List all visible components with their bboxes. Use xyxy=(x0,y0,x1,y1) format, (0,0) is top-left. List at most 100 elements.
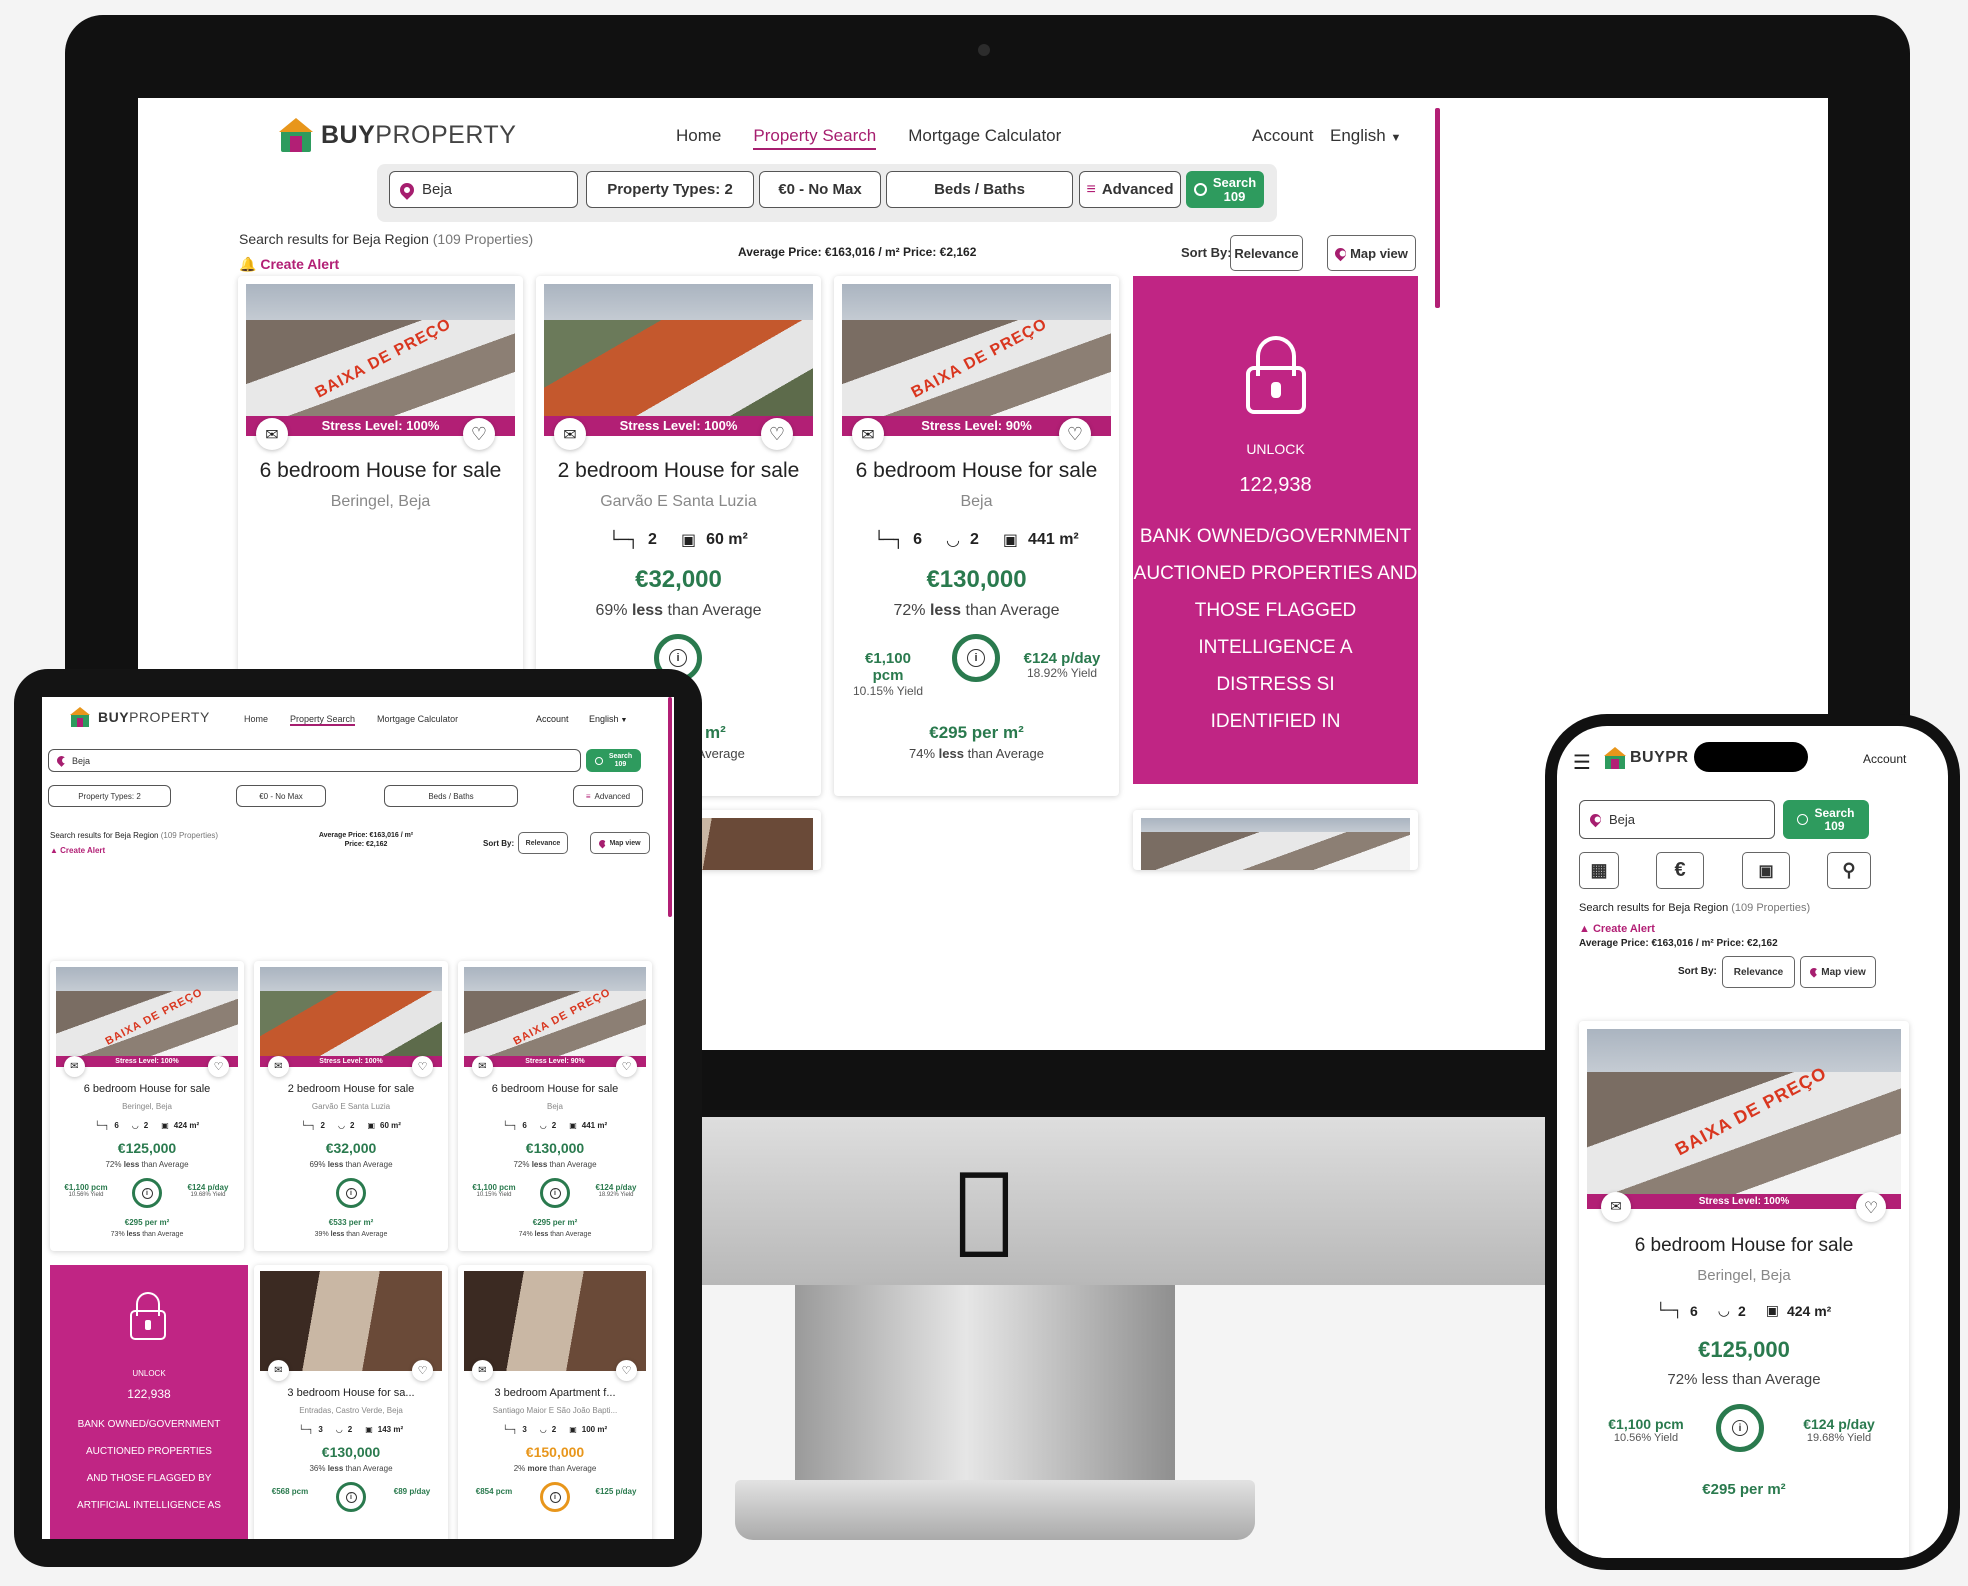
language-selector[interactable]: English ▼ xyxy=(1330,126,1401,146)
location-input[interactable]: Beja xyxy=(389,171,578,208)
listing-photo[interactable] xyxy=(464,1271,646,1371)
page-scrollbar[interactable] xyxy=(1435,108,1440,308)
heart-icon[interactable]: ♡ xyxy=(1856,1192,1886,1222)
language-selector[interactable]: English ▼ xyxy=(589,714,627,724)
bed-filter-icon[interactable]: ▣ xyxy=(1742,852,1790,889)
page-scrollbar[interactable] xyxy=(668,697,672,917)
heart-icon[interactable]: ♡ xyxy=(616,1056,637,1077)
sort-select[interactable]: Relevance xyxy=(1722,956,1795,988)
listing-card[interactable]: BAIXA DE PREÇO Stress Level: 90% ✉ ♡ 6 b… xyxy=(834,276,1119,796)
listing-title[interactable]: 6 bedroom House for sale xyxy=(50,1083,244,1095)
info-icon[interactable]: i xyxy=(669,649,687,667)
create-alert-link[interactable]: ▲ Create Alert xyxy=(1579,923,1655,935)
euro-icon[interactable]: € xyxy=(1656,852,1704,889)
listing-photo[interactable]: BAIXA DE PREÇO Stress Level: 100% xyxy=(246,284,515,436)
location-input[interactable]: Beja xyxy=(48,749,581,772)
map-view-button[interactable]: Map view xyxy=(1800,956,1876,988)
listing-photo[interactable]: BAIXA DE PREÇO Stress Level: 90% xyxy=(842,284,1111,436)
nav-account[interactable]: Account xyxy=(1863,752,1906,766)
property-types-filter[interactable]: Property Types: 2 xyxy=(586,171,754,208)
price-filter[interactable]: €0 - No Max xyxy=(236,785,326,807)
mail-icon[interactable]: ✉ xyxy=(472,1056,493,1077)
info-icon[interactable]: i xyxy=(549,1491,561,1503)
property-types-filter[interactable]: Property Types: 2 xyxy=(48,785,171,807)
mail-icon[interactable]: ✉ xyxy=(268,1360,289,1381)
info-icon[interactable]: i xyxy=(345,1491,357,1503)
listing-card[interactable]: ✉ ♡ 3 bedroom House for sa... Entradas, … xyxy=(254,1265,448,1539)
listing-card[interactable]: Stress Level: 100% ✉ ♡ 2 bedroom House f… xyxy=(254,961,448,1251)
listing-title[interactable]: 3 bedroom House for sa... xyxy=(254,1387,448,1399)
listing-photo[interactable]: BAIXA DE PREÇO Stress Level: 100% xyxy=(1587,1029,1901,1209)
listing-photo[interactable]: BAIXA DE PREÇO Stress Level: 90% xyxy=(464,967,646,1067)
mail-icon[interactable]: ✉ xyxy=(472,1360,493,1381)
unlock-promo-card[interactable]: UNLOCK 122,938 BANK OWNED/GOVERNMENT AUC… xyxy=(50,1265,248,1539)
mail-icon[interactable]: ✉ xyxy=(268,1056,289,1077)
search-button[interactable]: Search 109 xyxy=(1186,171,1264,208)
listing-title[interactable]: 2 bedroom House for sale xyxy=(254,1083,448,1095)
heart-icon[interactable]: ♡ xyxy=(412,1360,433,1381)
rent-yield: 10.15% Yield xyxy=(476,1192,512,1199)
info-icon[interactable]: i xyxy=(967,649,985,667)
beds-baths-filter[interactable]: Beds / Baths xyxy=(384,785,518,807)
create-alert-link[interactable]: ▲ Create Alert xyxy=(50,846,105,855)
listing-card[interactable]: BAIXA DE PREÇO Stress Level: 100% ✉ ♡ 6 b… xyxy=(50,961,244,1251)
advanced-filter-button[interactable]: ≡ Advanced xyxy=(1079,171,1181,208)
magnify-filter-icon[interactable]: ⚲ xyxy=(1827,852,1871,889)
listing-title[interactable]: 6 bedroom House for sale xyxy=(1579,1235,1909,1257)
heart-icon[interactable]: ♡ xyxy=(463,418,495,450)
brand-logo[interactable]: BUYPROPERTY xyxy=(70,707,210,727)
sort-select[interactable]: Relevance xyxy=(1230,235,1303,271)
unlock-promo-card[interactable]: UNLOCK 122,938 BANK OWNED/GOVERNMENT AUC… xyxy=(1133,276,1418,784)
info-icon[interactable]: i xyxy=(549,1187,561,1199)
create-alert-link[interactable]: 🔔 Create Alert xyxy=(239,256,339,273)
listing-photo[interactable] xyxy=(260,1271,442,1371)
listing-card[interactable]: BAIXA DE PREÇO Stress Level: 90% ✉ ♡ 6 be… xyxy=(458,961,652,1251)
brand-logo[interactable]: BUYPR xyxy=(1604,747,1689,769)
nav-property-search[interactable]: Property Search xyxy=(753,126,877,150)
listing-title[interactable]: 6 bedroom House for sale xyxy=(458,1083,652,1095)
listing-title[interactable]: 3 bedroom Apartment f... xyxy=(458,1387,652,1399)
info-icon[interactable]: i xyxy=(345,1187,357,1199)
nav-property-search[interactable]: Property Search xyxy=(290,714,356,726)
location-input[interactable]: Beja xyxy=(1579,800,1775,839)
nav-mortgage-calculator[interactable]: Mortgage Calculator xyxy=(377,714,458,726)
sort-select[interactable]: Relevance xyxy=(518,832,568,854)
mail-icon[interactable]: ✉ xyxy=(64,1056,85,1077)
info-icon[interactable]: i xyxy=(141,1187,153,1199)
nav-account[interactable]: Account xyxy=(536,714,569,724)
brand-logo[interactable]: BUYPROPERTY xyxy=(279,118,516,152)
mail-icon[interactable]: ✉ xyxy=(852,418,884,450)
search-button[interactable]: Search 109 xyxy=(586,749,641,772)
nav-mortgage-calculator[interactable]: Mortgage Calculator xyxy=(908,126,1061,150)
heart-icon[interactable]: ♡ xyxy=(761,418,793,450)
heart-icon[interactable]: ♡ xyxy=(1059,418,1091,450)
nav-home[interactable]: Home xyxy=(676,126,721,150)
beds-baths-filter[interactable]: Beds / Baths xyxy=(886,171,1073,208)
nav-home[interactable]: Home xyxy=(244,714,268,726)
heart-icon[interactable]: ♡ xyxy=(616,1360,637,1381)
listing-card[interactable] xyxy=(1133,810,1418,870)
listing-photo[interactable] xyxy=(1141,818,1410,870)
listing-photo[interactable]: BAIXA DE PREÇO Stress Level: 100% xyxy=(56,967,238,1067)
listing-card[interactable]: BAIXA DE PREÇO Stress Level: 100% ✉ ♡ 6 … xyxy=(1579,1021,1909,1558)
hamburger-menu-icon[interactable]: ☰ xyxy=(1573,750,1591,774)
info-icon[interactable]: i xyxy=(1732,1420,1748,1436)
listing-photo[interactable]: Stress Level: 100% xyxy=(260,967,442,1067)
listing-title[interactable]: 6 bedroom House for sale xyxy=(238,459,523,483)
heart-icon[interactable]: ♡ xyxy=(208,1056,229,1077)
building-icon[interactable]: ▦ xyxy=(1579,852,1619,889)
listing-title[interactable]: 2 bedroom House for sale xyxy=(536,459,821,483)
heart-icon[interactable]: ♡ xyxy=(412,1056,433,1077)
mail-icon[interactable]: ✉ xyxy=(554,418,586,450)
advanced-filter-button[interactable]: ≡ Advanced xyxy=(573,785,643,807)
nav-account[interactable]: Account xyxy=(1252,126,1313,146)
listing-card[interactable]: ✉ ♡ 3 bedroom Apartment f... Santiago Ma… xyxy=(458,1265,652,1539)
mail-icon[interactable]: ✉ xyxy=(1601,1192,1631,1222)
listing-photo[interactable]: Stress Level: 100% xyxy=(544,284,813,436)
mail-icon[interactable]: ✉ xyxy=(256,418,288,450)
price-filter[interactable]: €0 - No Max xyxy=(759,171,881,208)
listing-title[interactable]: 6 bedroom House for sale xyxy=(834,459,1119,483)
search-button[interactable]: Search 109 xyxy=(1783,800,1869,839)
map-view-button[interactable]: Map view xyxy=(590,832,650,854)
map-view-button[interactable]: Map view xyxy=(1327,235,1416,271)
